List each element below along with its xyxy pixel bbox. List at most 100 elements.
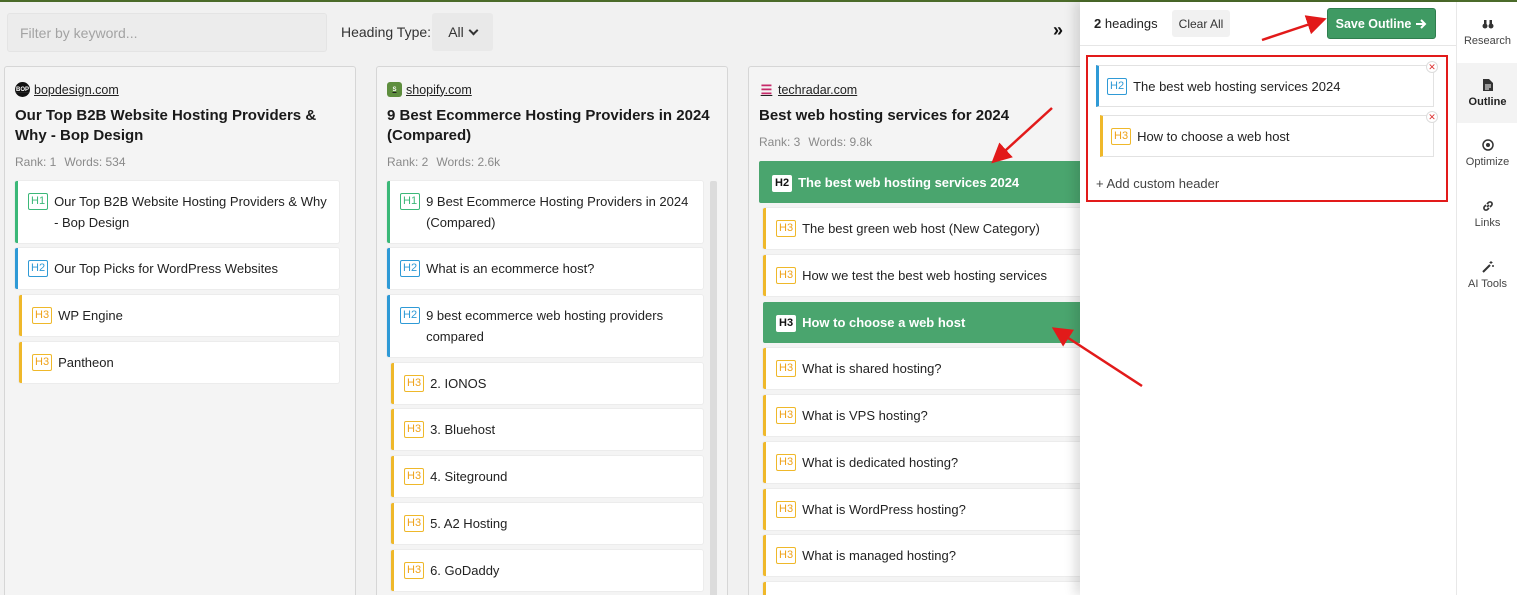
heading-text: Pantheon xyxy=(58,355,114,370)
heading-text: Our Top Picks for WordPress Websites xyxy=(54,261,279,276)
article-meta: Rank: 1 Words: 534 xyxy=(15,155,126,169)
heading-tag: H3 xyxy=(404,375,425,392)
binoculars-icon xyxy=(1482,19,1493,28)
rss-favicon-icon: ☰ xyxy=(760,81,773,97)
outline-item[interactable]: H2 The best web hosting services 2024 ✕ xyxy=(1096,61,1438,107)
heading-tag: H3 xyxy=(404,421,425,438)
heading-item[interactable]: H3 WP Engine xyxy=(19,295,339,336)
heading-text: How we test the best web hosting service… xyxy=(802,268,1048,283)
heading-text: 5. A2 Hosting xyxy=(430,516,508,531)
heading-tag: H1 xyxy=(28,193,49,210)
source-domain[interactable]: shopify.com xyxy=(406,83,472,97)
heading-item[interactable]: H3 5. A2 Hosting xyxy=(391,503,703,544)
heading-item[interactable]: H1 Our Top B2B Website Hosting Providers… xyxy=(15,181,339,243)
article-title: Our Top B2B Website Hosting Providers & … xyxy=(15,107,317,144)
heading-item[interactable]: H3 How we test the best web hosting serv… xyxy=(763,255,1083,296)
heading-text: What is an ecommerce host? xyxy=(426,261,595,276)
outline-item-text: How to choose a web host xyxy=(1137,128,1290,144)
target-icon xyxy=(1481,138,1494,151)
heading-tag: H2 xyxy=(1107,77,1128,95)
nav-optimize[interactable]: Optimize xyxy=(1457,123,1517,183)
heading-item[interactable]: H3 What is dedicated hosting? xyxy=(763,442,1083,483)
heading-type-label: Heading Type: xyxy=(341,24,432,40)
nav-label: Links xyxy=(1474,216,1501,229)
heading-item[interactable]: H2 Our Top Picks for WordPress Websites xyxy=(15,248,339,289)
heading-text: What is shared hosting? xyxy=(802,361,942,376)
heading-item[interactable]: H2 What is an ecommerce host? xyxy=(387,248,703,289)
heading-count-number: 2 xyxy=(1094,16,1102,31)
heading-tag: H3 xyxy=(776,407,797,424)
outline-item[interactable]: H3 How to choose a web host ✕ xyxy=(1100,111,1438,157)
heading-text: Our Top B2B Website Hosting Providers & … xyxy=(54,194,327,230)
heading-text: The best web hosting services 2024 xyxy=(798,174,1020,190)
heading-text: What is WordPress hosting? xyxy=(802,502,966,517)
article-title: Best web hosting services for 2024 xyxy=(759,107,1010,124)
heading-tag: H3 xyxy=(776,267,797,284)
heading-text: How to choose a web host xyxy=(802,315,966,330)
nav-outline[interactable]: Outline xyxy=(1457,63,1517,123)
source-domain[interactable]: bopdesign.com xyxy=(34,83,119,97)
heading-item[interactable]: H3 What is managed hosting? xyxy=(763,535,1083,576)
heading-text: WP Engine xyxy=(58,308,123,323)
heading-item[interactable]: H3 6. GoDaddy xyxy=(391,550,703,591)
clear-all-button[interactable]: Clear All xyxy=(1172,10,1230,37)
heading-item-selected[interactable]: H3 How to choose a web host xyxy=(763,302,1083,343)
heading-item[interactable]: H1 9 Best Ecommerce Hosting Providers in… xyxy=(387,181,703,243)
heading-item[interactable]: H3 What is VPS hosting? xyxy=(763,395,1083,436)
heading-tag: H3 xyxy=(1111,127,1132,145)
bopdesign-favicon-icon: BOP xyxy=(15,82,30,97)
word-count: Words: 9.8k xyxy=(808,135,873,149)
save-outline-button[interactable]: Save Outline xyxy=(1327,8,1436,39)
heading-item-selected[interactable]: H2 The best web hosting services 2024 xyxy=(759,161,1083,203)
article-meta: Rank: 2 Words: 2.6k xyxy=(387,155,500,169)
rank: Rank: 2 xyxy=(387,155,429,169)
link-icon xyxy=(1482,200,1493,211)
nav-links[interactable]: Links xyxy=(1457,184,1517,244)
nav-ai-tools[interactable]: AI Tools xyxy=(1457,245,1517,305)
nav-label: Optimize xyxy=(1465,155,1510,168)
heading-text: 6. GoDaddy xyxy=(430,563,500,578)
nav-research[interactable]: Research xyxy=(1457,2,1517,62)
heading-item[interactable]: H3 Pantheon xyxy=(19,342,339,383)
remove-icon[interactable]: ✕ xyxy=(1426,61,1438,73)
heading-tag: H3 xyxy=(404,468,425,485)
heading-item[interactable]: H3 What is shared hosting? xyxy=(763,348,1083,389)
heading-item[interactable]: H3 4. Siteground xyxy=(391,456,703,497)
heading-item[interactable] xyxy=(763,582,1083,595)
heading-text: 9 Best Ecommerce Hosting Providers in 20… xyxy=(426,194,689,230)
save-outline-label: Save Outline xyxy=(1335,16,1412,31)
heading-tag: H3 xyxy=(32,354,53,371)
heading-item[interactable]: H3 The best green web host (New Category… xyxy=(763,208,1083,249)
nav-label: Outline xyxy=(1468,95,1507,108)
heading-tag: H3 xyxy=(404,562,425,579)
heading-item[interactable]: H3 3. Bluehost xyxy=(391,409,703,450)
remove-icon[interactable]: ✕ xyxy=(1426,111,1438,123)
source-link[interactable]: ☰ techradar.com xyxy=(759,81,858,97)
heading-item[interactable]: H2 9 best ecommerce web hosting provider… xyxy=(387,295,703,357)
heading-tag: H3 xyxy=(776,501,797,518)
source-domain[interactable]: techradar.com xyxy=(778,83,857,97)
heading-item[interactable]: H3 What is WordPress hosting? xyxy=(763,489,1083,530)
heading-count-label: headings xyxy=(1104,16,1158,31)
expand-double-chevron-icon[interactable]: » xyxy=(1053,20,1063,41)
keyword-filter-input[interactable] xyxy=(7,13,327,52)
source-link[interactable]: BOP bopdesign.com xyxy=(15,82,119,97)
source-link[interactable]: S shopify.com xyxy=(387,82,472,97)
heading-item[interactable]: H3 2. IONOS xyxy=(391,363,703,404)
outline-panel-header: 2 headings Clear All Save Outline xyxy=(1080,2,1456,46)
heading-tag: H1 xyxy=(400,193,421,210)
article-title: 9 Best Ecommerce Hosting Providers in 20… xyxy=(387,107,710,144)
heading-text: 9 best ecommerce web hosting providers c… xyxy=(426,308,664,344)
heading-text: What is managed hosting? xyxy=(802,548,956,563)
add-custom-header-input[interactable]: + Add custom header xyxy=(1096,176,1219,191)
competitor-column: S shopify.com 9 Best Ecommerce Hosting P… xyxy=(376,66,728,595)
competitor-column: BOP bopdesign.com Our Top B2B Website Ho… xyxy=(4,66,356,595)
side-navigation: Research Outline Optimize Links AI Tools xyxy=(1456,2,1517,595)
heading-tag: H2 xyxy=(400,307,421,324)
column-scrollbar[interactable] xyxy=(710,181,717,595)
chevron-down-icon xyxy=(468,25,479,35)
word-count: Words: 2.6k xyxy=(436,155,501,169)
heading-type-select[interactable]: All xyxy=(432,13,493,51)
heading-text: 3. Bluehost xyxy=(430,422,496,437)
outline-panel: 2 headings Clear All Save Outline H2 The… xyxy=(1080,2,1456,595)
